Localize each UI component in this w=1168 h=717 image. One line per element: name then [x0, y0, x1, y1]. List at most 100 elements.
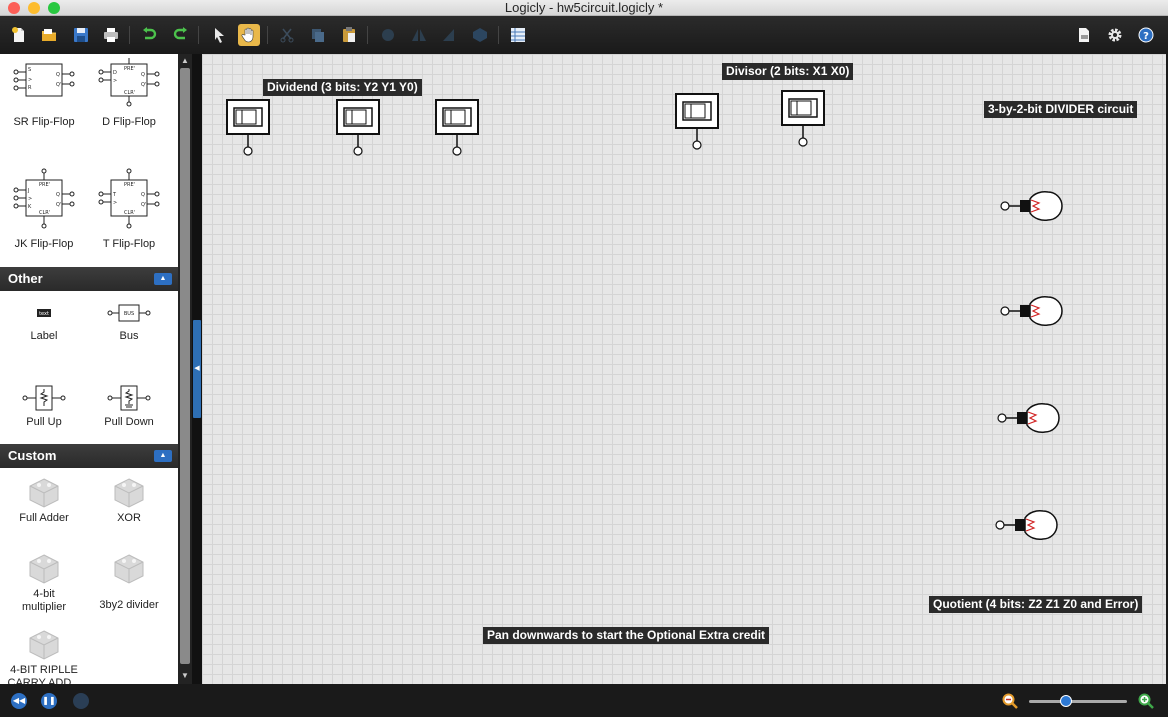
collapse-arrow-icon[interactable]: ▲ — [154, 273, 172, 285]
bring-front-icon[interactable] — [469, 24, 491, 46]
component-label: JK Flip-Flop — [14, 238, 74, 250]
jk-flip-flop-icon: J>KPRE'CLR'QQ' — [13, 168, 75, 229]
custom-xor-component[interactable]: XOR — [86, 476, 172, 525]
rotate-icon[interactable] — [377, 24, 399, 46]
flip-vertical-icon[interactable] — [438, 24, 460, 46]
svg-text:>: > — [113, 200, 117, 206]
divisor-switch-x0[interactable] — [781, 90, 825, 148]
sr-flip-flop-component[interactable]: S > R Q Q' SR Flip-Flop — [1, 58, 87, 129]
svg-text:PRE': PRE' — [39, 182, 50, 188]
pan-instruction-label[interactable]: Pan downwards to start the Optional Extr… — [483, 627, 770, 644]
panel-divider[interactable]: ◀ — [192, 54, 202, 684]
copy-icon[interactable] — [307, 24, 329, 46]
dividend-switch-y2[interactable] — [226, 99, 270, 157]
print-icon[interactable] — [100, 24, 122, 46]
dividend-switch-y0[interactable] — [435, 99, 479, 157]
output-bulb-z1[interactable] — [1000, 295, 1068, 327]
toolbar: ? — [0, 16, 1168, 54]
component-label: XOR — [117, 512, 141, 524]
bus-icon: BUS — [107, 304, 151, 322]
custom-circuit-cube-icon — [114, 554, 144, 584]
export-icon[interactable] — [1073, 24, 1095, 46]
component-label: T Flip-Flop — [102, 238, 156, 250]
component-label: 3by2 divider — [99, 599, 159, 611]
collapse-arrow-icon[interactable]: ▲ — [154, 450, 172, 462]
svg-text:Q: Q — [141, 192, 145, 198]
circuit-title-label[interactable]: 3-by-2-bit DIVIDER circuit — [984, 101, 1138, 118]
svg-text:?: ? — [1143, 31, 1149, 42]
step-back-icon[interactable]: ◀◀ — [11, 693, 27, 709]
output-bulb-error[interactable] — [995, 509, 1063, 541]
sidebar-scrollbar[interactable]: ▲ ▼ — [178, 54, 192, 684]
custom-full-adder-component[interactable]: Full Adder — [1, 476, 87, 525]
zoom-slider[interactable] — [1029, 700, 1127, 703]
pull-down-component[interactable]: Pull Down — [86, 382, 172, 429]
component-palette: S > R Q Q' SR Flip-Flop D > PRE' CLR' Q Q' D Flip… — [0, 54, 178, 684]
custom-circuit-cube-icon — [114, 478, 144, 508]
section-header-other[interactable]: Other ▲ — [0, 267, 178, 291]
section-header-custom[interactable]: Custom ▲ — [0, 444, 178, 468]
collapse-panel-handle-icon[interactable]: ◀ — [193, 320, 201, 418]
component-label: Label — [30, 330, 58, 342]
svg-text:text: text — [39, 311, 49, 317]
open-folder-icon[interactable] — [38, 24, 60, 46]
pause-icon[interactable]: ❚❚ — [41, 693, 57, 709]
redo-icon[interactable] — [170, 24, 192, 46]
svg-text:D: D — [113, 70, 117, 76]
svg-text:Q: Q — [56, 72, 60, 78]
custom-4-bit-ripple-carry-adder-component[interactable]: 4-BIT RIPLLE CARRY ADD... — [1, 628, 87, 684]
save-icon[interactable] — [70, 24, 92, 46]
flip-horizontal-icon[interactable] — [408, 24, 430, 46]
pull-up-component[interactable]: Pull Up — [1, 382, 87, 429]
svg-text:Q': Q' — [56, 202, 61, 208]
custom-circuit-cube-icon — [29, 554, 59, 584]
paste-icon[interactable] — [338, 24, 360, 46]
svg-text:>: > — [28, 196, 32, 202]
settings-gear-icon[interactable] — [1104, 24, 1126, 46]
output-bulb-z0[interactable] — [997, 402, 1065, 434]
custom-3by2-divider-component[interactable]: 3by2 divider — [86, 552, 172, 612]
output-bulb-z2[interactable] — [1000, 190, 1068, 222]
undo-icon[interactable] — [138, 24, 160, 46]
circuit-canvas[interactable]: Dividend (3 bits: Y2 Y1 Y0) Divisor (2 b… — [202, 54, 1166, 684]
scroll-down-arrow-icon[interactable]: ▼ — [179, 670, 191, 682]
pan-hand-icon[interactable] — [238, 24, 260, 46]
zoom-out-icon[interactable] — [1002, 693, 1018, 709]
svg-text:PRE': PRE' — [124, 182, 135, 188]
text-label-icon: text — [37, 309, 51, 317]
scroll-up-arrow-icon[interactable]: ▲ — [179, 55, 191, 67]
step-forward-icon[interactable] — [73, 693, 89, 709]
divisor-switch-x1[interactable] — [675, 93, 719, 151]
dividend-label[interactable]: Dividend (3 bits: Y2 Y1 Y0) — [263, 79, 422, 96]
title-bar: Logicly - hw5circuit.logicly * — [0, 0, 1168, 16]
quotient-label[interactable]: Quotient (4 bits: Z2 Z1 Z0 and Error) — [929, 596, 1143, 613]
select-pointer-icon[interactable] — [208, 24, 230, 46]
custom-4-bit-multiplier-component[interactable]: 4-bit multiplier — [1, 552, 87, 614]
new-file-icon[interactable] — [8, 24, 30, 46]
svg-text:CLR': CLR' — [124, 210, 135, 216]
divisor-label[interactable]: Divisor (2 bits: X1 X0) — [722, 63, 854, 80]
svg-text:>: > — [28, 77, 32, 83]
cut-icon[interactable] — [276, 24, 298, 46]
d-flip-flop-component[interactable]: D > PRE' CLR' Q Q' D Flip-Flop — [86, 58, 172, 129]
dividend-switch-y1[interactable] — [336, 99, 380, 157]
section-title: Custom — [8, 448, 57, 463]
bus-component[interactable]: BUS Bus — [86, 300, 172, 343]
jk-flip-flop-component[interactable]: J > K PRE' CLR' Q Q' JK Flip-Flop — [1, 168, 87, 251]
t-flip-flop-component[interactable]: T > PRE' CLR' Q Q' T Flip-Flop — [86, 168, 172, 251]
svg-text:PRE': PRE' — [124, 66, 135, 72]
zoom-in-icon[interactable] — [1138, 693, 1154, 709]
svg-text:CLR': CLR' — [39, 210, 50, 216]
custom-circuit-cube-icon — [29, 630, 59, 660]
svg-text:R: R — [28, 85, 32, 91]
table-icon[interactable] — [507, 24, 529, 46]
status-bar: ◀◀ ❚❚ — [0, 684, 1168, 717]
component-label: 4-BIT RIPLLE CARRY ADD... — [7, 664, 81, 684]
sr-flip-flop-icon: S > R Q Q' — [13, 63, 75, 97]
zoom-slider-knob[interactable] — [1060, 695, 1073, 707]
help-icon[interactable]: ? — [1135, 24, 1157, 46]
component-label: D Flip-Flop — [102, 116, 156, 128]
svg-text:BUS: BUS — [124, 311, 134, 317]
label-component[interactable]: text Label — [1, 300, 87, 343]
scrollbar-thumb[interactable] — [180, 68, 190, 664]
